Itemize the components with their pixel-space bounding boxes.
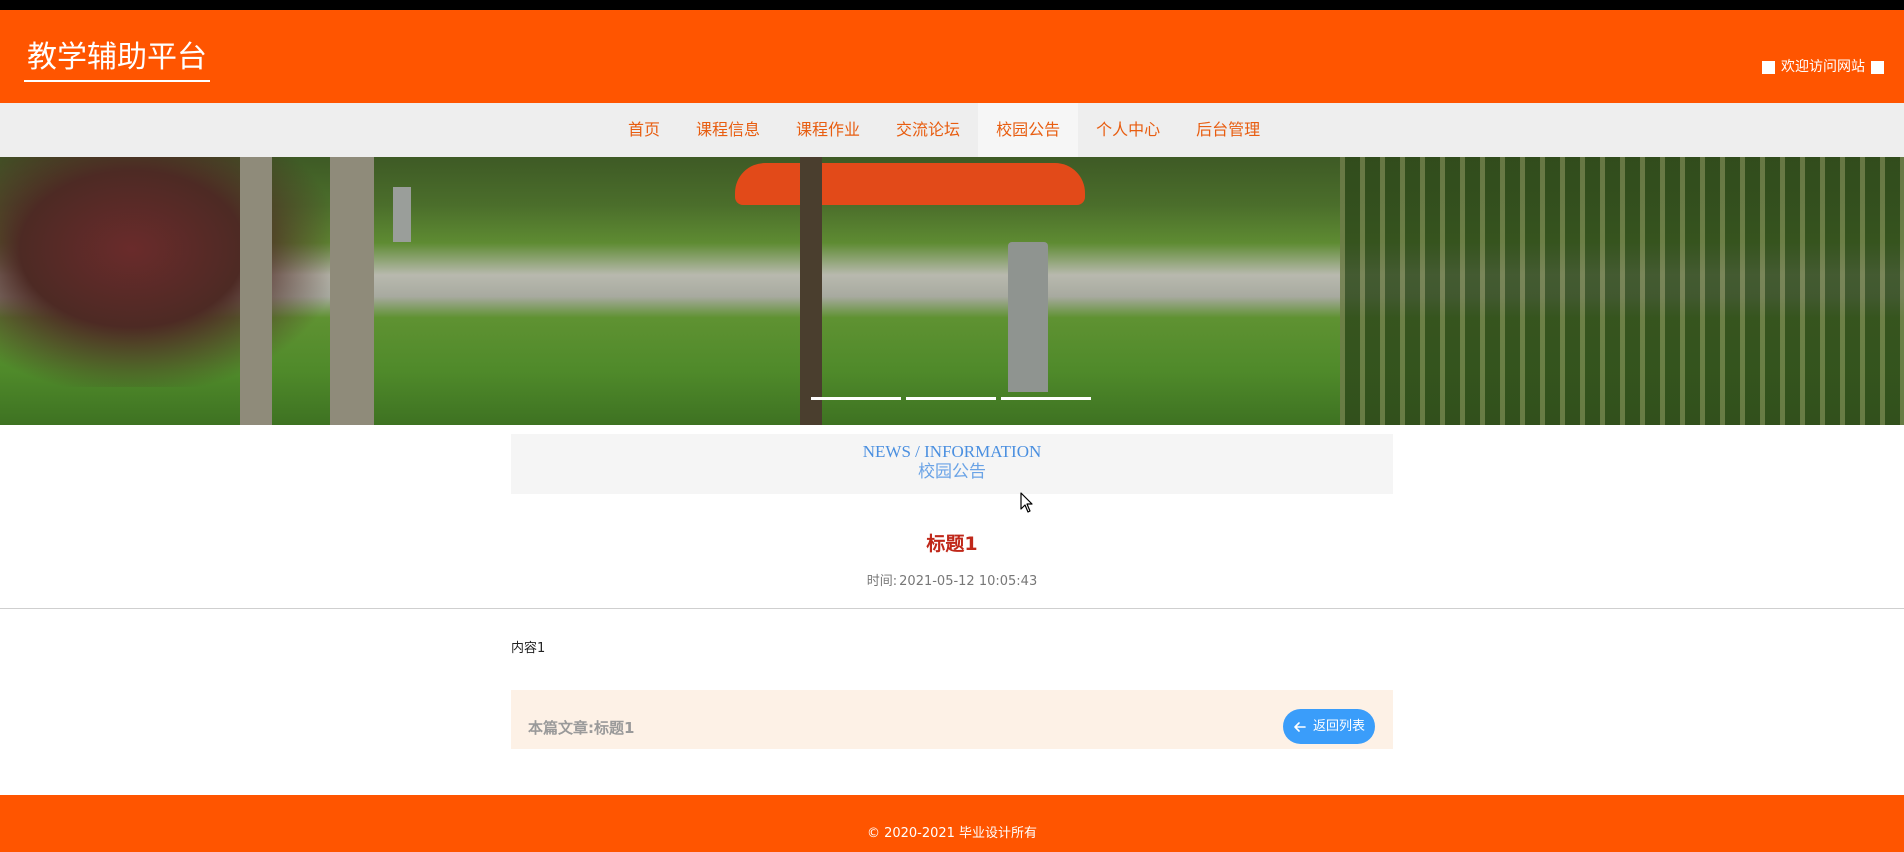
nav-item-personal-center[interactable]: 个人中心: [1078, 103, 1178, 157]
nav-item-forum[interactable]: 交流论坛: [878, 103, 978, 157]
banner-image-trunk: [800, 157, 822, 425]
article-time: 时间: 2021-05-12 10:05:43: [0, 573, 1904, 591]
carousel-indicator-2[interactable]: [906, 397, 996, 400]
this-article: 本篇文章:标题1: [528, 718, 634, 738]
welcome-text: 欢迎访问网站: [1781, 59, 1865, 75]
article-footer-bar: 本篇文章:标题1 返回列表: [511, 690, 1393, 749]
banner-image-tree: [0, 157, 330, 387]
nav-item-campus-notice[interactable]: 校园公告: [978, 103, 1079, 157]
section-title-cn: 校园公告: [918, 462, 986, 482]
section-title-en: NEWS / INFORMATION: [862, 442, 1042, 461]
back-to-list-label: 返回列表: [1312, 719, 1365, 734]
welcome-message: 欢迎访问网站: [1762, 57, 1884, 77]
carousel-indicator-3[interactable]: [1001, 397, 1091, 400]
carousel-indicator-1[interactable]: [811, 397, 901, 400]
divider: [0, 608, 1904, 609]
banner-carousel[interactable]: [0, 157, 1904, 425]
square-icon: [1762, 60, 1775, 74]
this-article-title: 标题1: [594, 719, 635, 737]
carousel-indicators: [811, 397, 1091, 400]
banner-image-lamp: [393, 187, 411, 242]
main-nav: 首页 课程信息 课程作业 交流论坛 校园公告 个人中心 后台管理: [0, 103, 1904, 157]
article-time-label: 时间:: [866, 574, 898, 589]
nav-item-admin[interactable]: 后台管理: [1178, 103, 1278, 157]
nav-item-home[interactable]: 首页: [610, 103, 678, 157]
article-time-value: 2021-05-12 10:05:43: [899, 574, 1038, 589]
arrow-left-icon: [1294, 721, 1306, 732]
mouse-cursor-icon: [1020, 492, 1033, 513]
banner-image-trunk: [330, 157, 374, 425]
square-icon: [1871, 60, 1884, 74]
site-footer: © 2020-2021 毕业设计所有: [0, 795, 1904, 852]
nav-item-course-homework[interactable]: 课程作业: [778, 103, 878, 157]
back-to-list-button[interactable]: 返回列表: [1283, 709, 1375, 744]
nav-item-course-info[interactable]: 课程信息: [678, 103, 778, 157]
article-content: 内容1: [511, 641, 546, 656]
site-title[interactable]: 教学辅助平台: [24, 38, 210, 82]
copyright-text: © 2020-2021 毕业设计所有: [866, 826, 1038, 841]
top-strip: [0, 0, 1904, 10]
article-title: 标题1: [926, 533, 978, 555]
banner-image-bamboo: [1340, 157, 1904, 425]
site-header: 教学辅助平台 欢迎访问网站: [0, 10, 1904, 103]
section-heading: NEWS / INFORMATION 校园公告: [511, 434, 1393, 494]
banner-image-trunk: [240, 157, 272, 425]
banner-image-flowers: [735, 163, 1085, 205]
banner-image-lamp: [1008, 242, 1048, 392]
this-article-label: 本篇文章:: [528, 719, 594, 737]
